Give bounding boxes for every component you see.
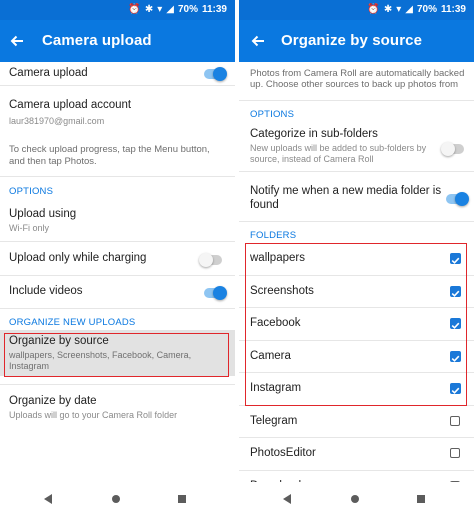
wifi-icon: ▾ [396, 4, 402, 15]
app-bar: Camera upload [0, 20, 235, 62]
categorize-label: Categorize in sub-folders [250, 128, 378, 140]
clock: 11:39 [201, 4, 227, 15]
folders-red-outline [245, 243, 467, 406]
alarm-icon: ⏰ [367, 4, 380, 15]
camera-upload-row[interactable]: Camera upload [0, 62, 235, 84]
nav-home-icon[interactable] [351, 495, 359, 503]
include-videos-label: Include videos [9, 285, 83, 297]
folder-name: Telegram [250, 414, 298, 427]
upload-charging-label: Upload only while charging [9, 252, 147, 264]
nav-recents-icon[interactable] [417, 495, 425, 503]
upload-using-value: Wi-Fi only [9, 223, 49, 233]
upload-help-text: To check upload progress, tap the Menu b… [9, 144, 210, 167]
camera-upload-toggle[interactable] [204, 67, 227, 81]
account-email: laur381970@gmail.com [9, 116, 105, 126]
notify-label-line2: found [250, 199, 279, 211]
options-section-header: OPTIONS [9, 186, 54, 197]
wifi-icon: ▾ [157, 4, 163, 15]
intro-line-2: up. Choose other sources to back up phot… [250, 79, 459, 90]
notify-label-line1: Notify me when a new media folder is [250, 185, 442, 197]
folder-row[interactable]: Download [239, 470, 474, 482]
notify-toggle[interactable] [446, 192, 469, 206]
organize-by-date-row[interactable]: Organize by date Uploads will go to your… [0, 385, 235, 425]
upload-charging-row[interactable]: Upload only while charging [0, 242, 235, 274]
categorize-sub2: source, instead of Camera Roll [250, 154, 374, 164]
back-arrow-icon[interactable] [249, 32, 267, 50]
status-bar-right: ⏰ ✱ ▾ ◢ 70% 11:39 [239, 0, 474, 20]
unchecked-checkbox[interactable] [450, 415, 460, 426]
upload-charging-toggle[interactable] [199, 253, 222, 267]
nav-bar-right [239, 482, 474, 516]
notify-row[interactable]: Notify me when a new media folder is fou… [239, 172, 474, 216]
organize-source-red-outline [4, 333, 229, 377]
nav-bar [0, 482, 235, 516]
upload-using-row[interactable]: Upload using Wi-Fi only [0, 202, 235, 240]
bluetooth-icon: ✱ [383, 4, 393, 15]
account-label: Camera upload account [9, 99, 132, 111]
options-section-header: OPTIONS [250, 109, 295, 120]
categorize-toggle[interactable] [441, 142, 464, 156]
battery-percentage: 70% [416, 4, 437, 15]
signal-icon: ◢ [166, 4, 174, 15]
clock: 11:39 [440, 4, 466, 15]
nav-recents-icon[interactable] [178, 495, 186, 503]
organize-list: Photos from Camera Roll are automaticall… [239, 62, 474, 482]
organize-by-source-screen: ⏰ ✱ ▾ ◢ 70% 11:39 Organize by source Pho… [239, 0, 474, 516]
folder-row[interactable]: PhotosEditor [239, 437, 474, 470]
folders-section-header: FOLDERS [250, 230, 297, 241]
folder-row[interactable]: Telegram [239, 405, 474, 438]
include-videos-toggle[interactable] [204, 286, 227, 300]
back-arrow-icon[interactable] [8, 32, 26, 50]
battery-percentage: 70% [177, 4, 198, 15]
alarm-icon: ⏰ [128, 4, 141, 15]
unchecked-checkbox[interactable] [450, 448, 460, 458]
camera-upload-account-row[interactable]: Camera upload account laur381970@gmail.c… [0, 86, 235, 132]
organize-date-label: Organize by date [9, 395, 97, 407]
folder-name: PhotosEditor [250, 447, 316, 459]
organize-date-sub: Uploads will go to your Camera Roll fold… [9, 410, 178, 420]
page-title: Camera upload [42, 32, 152, 49]
bluetooth-icon: ✱ [144, 4, 154, 15]
signal-icon: ◢ [405, 4, 413, 15]
settings-list: Camera upload Camera upload account laur… [0, 62, 235, 482]
nav-back-icon[interactable] [283, 494, 291, 504]
camera-upload-label: Camera upload [9, 67, 88, 79]
nav-home-icon[interactable] [112, 495, 120, 503]
upload-using-label: Upload using [9, 208, 77, 220]
camera-upload-screen: ⏰ ✱ ▾ ◢ 70% 11:39 Camera upload Camera u… [0, 0, 235, 516]
app-bar-right: Organize by source [239, 20, 474, 62]
page-title: Organize by source [281, 32, 423, 49]
nav-back-icon[interactable] [44, 494, 52, 504]
categorize-row[interactable]: Categorize in sub-folders New uploads wi… [239, 124, 474, 168]
status-bar: ⏰ ✱ ▾ ◢ 70% 11:39 [0, 0, 235, 20]
categorize-sub1: New uploads will be added to sub-folders… [250, 143, 427, 153]
organize-section-header: ORGANIZE NEW UPLOADS [9, 317, 136, 328]
include-videos-row[interactable]: Include videos [0, 276, 235, 306]
